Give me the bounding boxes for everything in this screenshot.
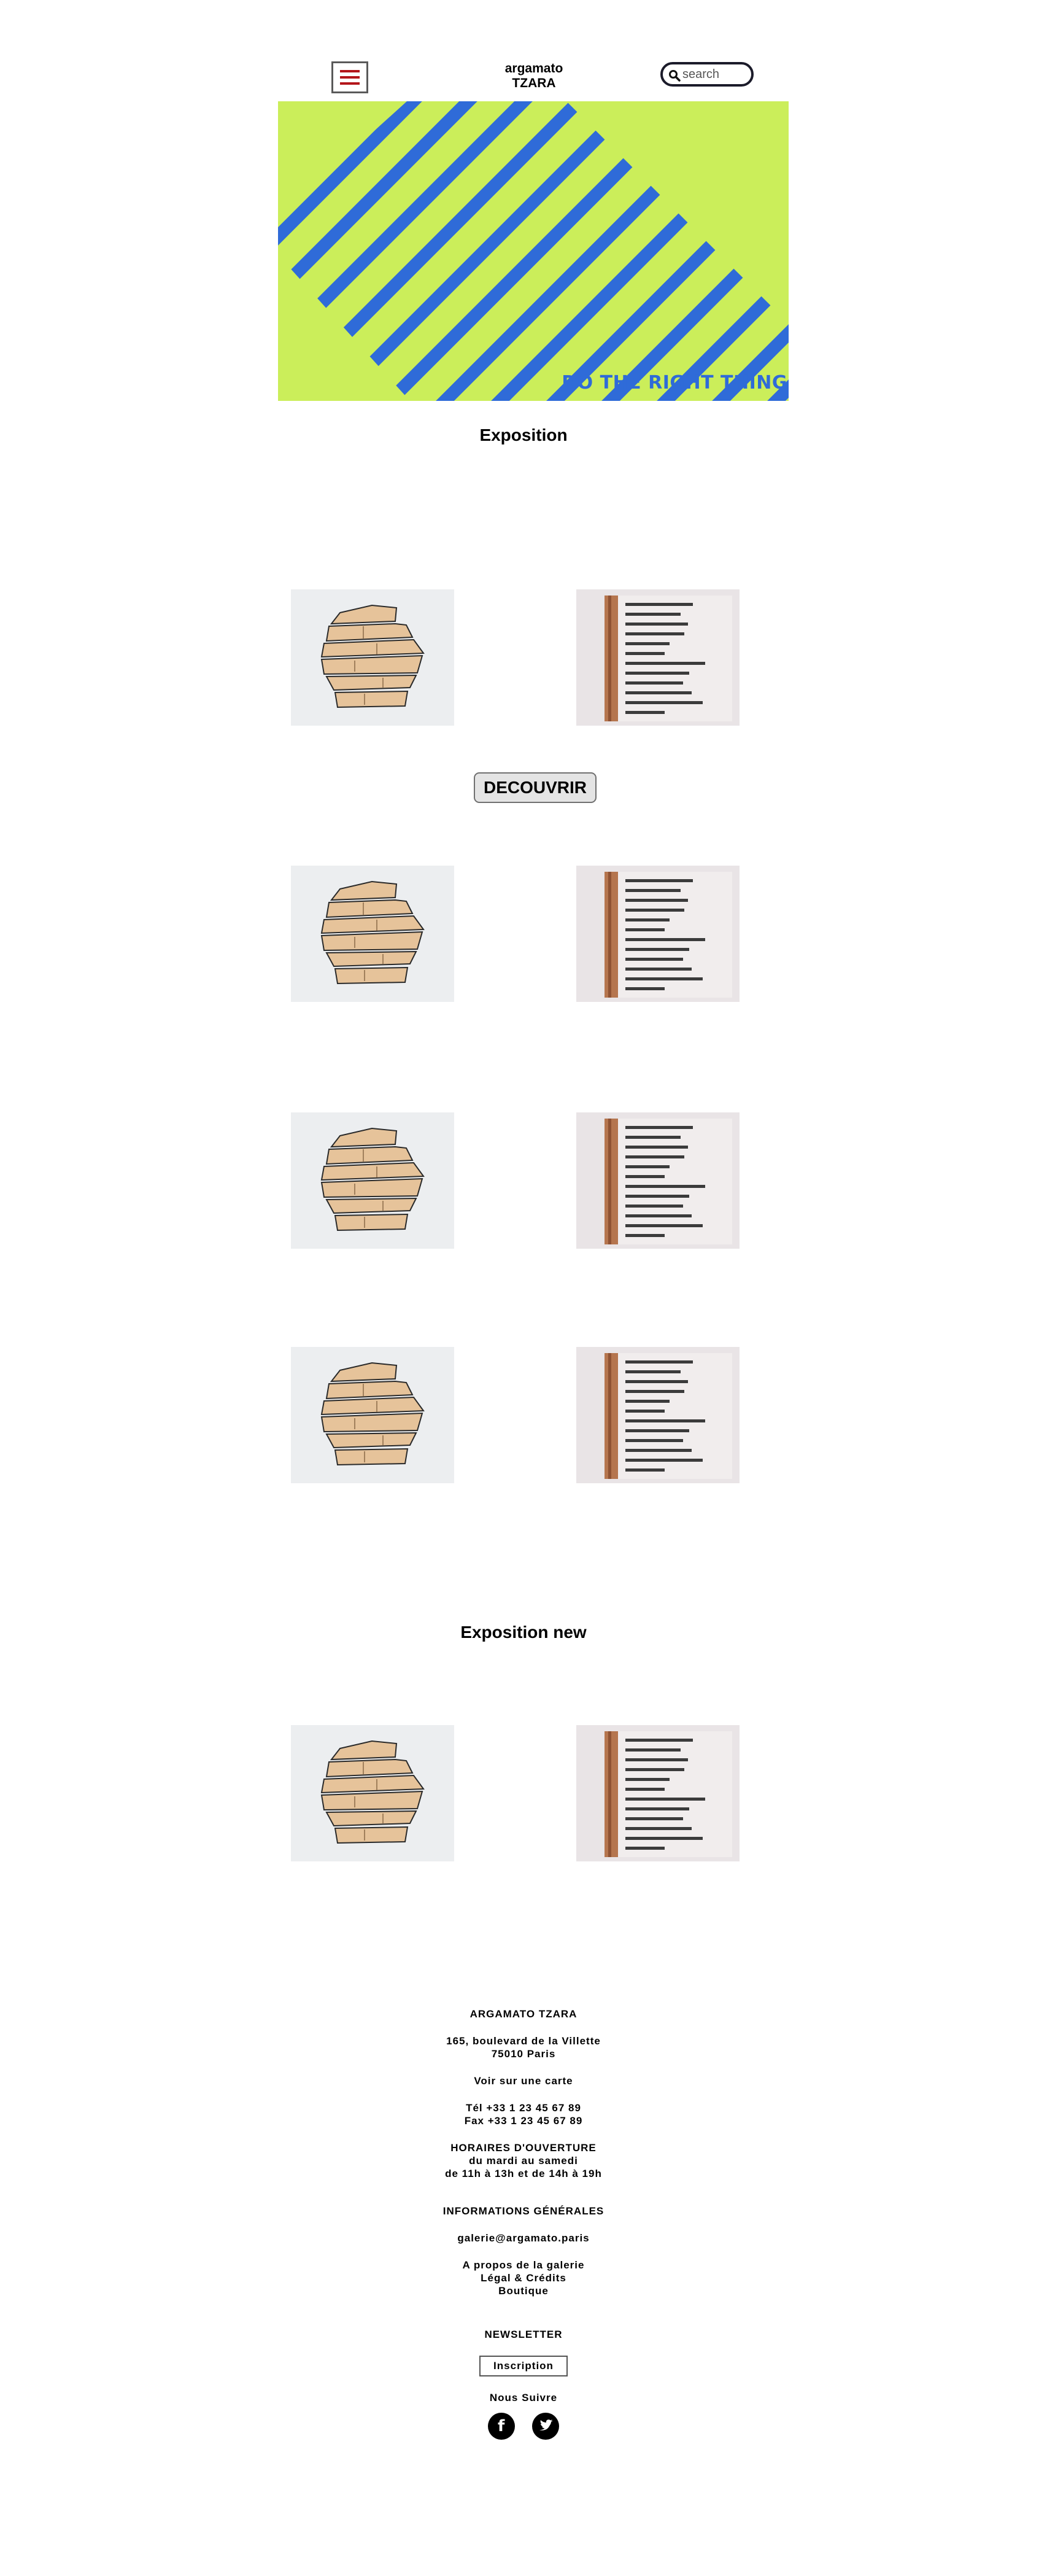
hero-caption: DO THE RIGHT THING xyxy=(562,372,787,394)
section-title-exposition: Exposition xyxy=(479,425,568,444)
artwork-thumbnail-paper[interactable] xyxy=(576,589,740,726)
artwork-thumbnail-wood[interactable] xyxy=(291,1347,454,1483)
general-info-title: INFORMATIONS GÉNÉRALES xyxy=(442,2205,605,2217)
site-footer: ARGAMATO TZARA 165, boulevard de la Vill… xyxy=(0,2008,1047,2440)
hero-banner[interactable]: DO THE RIGHT THING xyxy=(278,101,789,401)
gallery-name: ARGAMATO TZARA xyxy=(469,2008,578,2020)
opening-days: du mardi au samedi xyxy=(469,2155,578,2167)
discover-button[interactable]: DECOUVRIR xyxy=(474,772,597,803)
fax-number: Fax +33 1 23 45 67 89 xyxy=(464,2115,583,2127)
section-title-exposition-new: Exposition new xyxy=(460,1623,587,1642)
twitter-icon[interactable] xyxy=(531,2413,559,2440)
hero-stripes-graphic xyxy=(278,101,789,401)
opening-hours-title: HORAIRES D'OUVERTURE xyxy=(450,2142,597,2154)
footer-link-shop[interactable]: Boutique xyxy=(0,2284,1047,2297)
footer-link-about[interactable]: A propos de la galerie xyxy=(0,2259,1047,2271)
search-input[interactable] xyxy=(682,66,749,83)
email-link[interactable]: galerie@argamato.paris xyxy=(0,2232,1047,2244)
artwork-thumbnail-paper[interactable] xyxy=(576,1112,740,1249)
newsletter-signup-button[interactable]: Inscription xyxy=(479,2356,568,2376)
facebook-icon[interactable]: f xyxy=(488,2413,516,2440)
artwork-thumbnail-paper[interactable] xyxy=(576,1347,740,1483)
newsletter-title: NEWSLETTER xyxy=(484,2329,563,2340)
artwork-thumbnail-wood[interactable] xyxy=(291,1112,454,1249)
site-logo[interactable]: argamato TZARA xyxy=(479,61,589,91)
footer-link-legal[interactable]: Légal & Crédits xyxy=(0,2271,1047,2284)
menu-button[interactable] xyxy=(331,61,368,93)
artwork-thumbnail-paper[interactable] xyxy=(576,1725,740,1861)
artwork-thumbnail-paper[interactable] xyxy=(576,866,740,1002)
search-icon xyxy=(669,70,681,82)
hamburger-icon xyxy=(340,70,360,72)
opening-times: de 11h à 13h et de 14h à 19h xyxy=(445,2168,602,2179)
artwork-thumbnail-wood[interactable] xyxy=(291,866,454,1002)
artwork-thumbnail-wood[interactable] xyxy=(291,1725,454,1861)
artwork-thumbnail-wood[interactable] xyxy=(291,589,454,726)
address-postcode: 75010 Paris xyxy=(491,2048,556,2060)
brand-line-1: argamato xyxy=(504,61,563,76)
brand-line-2: TZARA xyxy=(512,76,556,90)
phone-number: Tél +33 1 23 45 67 89 xyxy=(466,2102,581,2114)
map-link[interactable]: Voir sur une carte xyxy=(0,2074,1047,2087)
search-box[interactable] xyxy=(660,62,754,87)
address-line: 165, boulevard de la Villette xyxy=(446,2035,601,2047)
follow-us-title: Nous Suivre xyxy=(489,2392,558,2403)
